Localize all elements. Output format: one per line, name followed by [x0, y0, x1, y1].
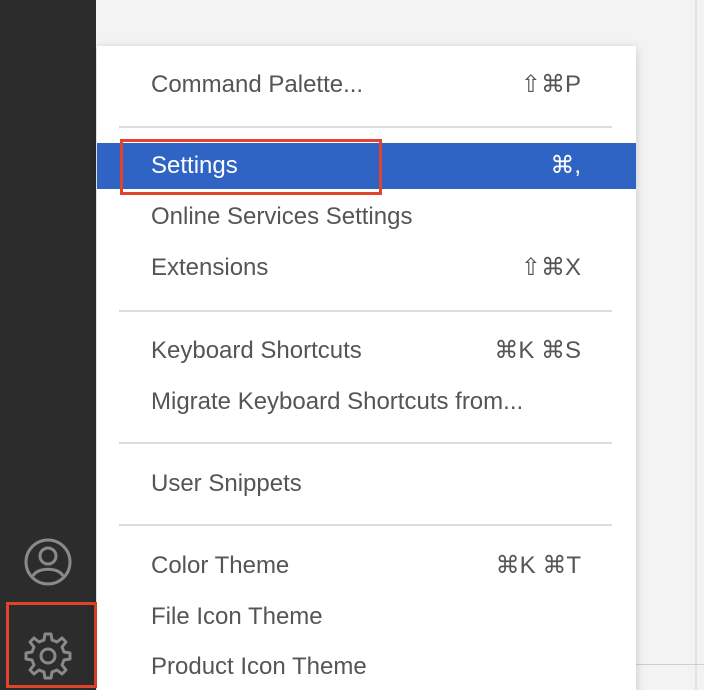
menu-item-shortcut: ⌘,	[550, 152, 581, 179]
gear-icon[interactable]	[20, 628, 76, 684]
menu-item-online-services-settings[interactable]: Online Services Settings	[97, 194, 636, 240]
menu-item-label: Command Palette...	[151, 71, 364, 98]
manage-menu: Command Palette... ⇧⌘P Settings ⌘, Onlin…	[97, 46, 636, 690]
menu-item-keyboard-shortcuts[interactable]: Keyboard Shortcuts ⌘K ⌘S	[97, 328, 636, 374]
menu-item-shortcut: ⌘K ⌘S	[494, 337, 581, 364]
menu-item-extensions[interactable]: Extensions ⇧⌘X	[97, 245, 636, 291]
menu-item-shortcut: ⇧⌘X	[520, 254, 581, 281]
menu-separator	[119, 126, 612, 128]
menu-item-migrate-keyboard-shortcuts[interactable]: Migrate Keyboard Shortcuts from...	[97, 379, 636, 425]
menu-item-shortcut: ⌘K ⌘T	[495, 552, 581, 579]
menu-item-command-palette[interactable]: Command Palette... ⇧⌘P	[97, 62, 636, 108]
menu-separator	[119, 310, 612, 312]
account-icon[interactable]	[20, 534, 76, 590]
menu-item-label: Color Theme	[151, 552, 290, 579]
menu-item-label: Extensions	[151, 254, 269, 281]
menu-item-label: Migrate Keyboard Shortcuts from...	[151, 388, 524, 415]
menu-separator	[119, 442, 612, 444]
menu-item-label: Settings	[151, 152, 238, 179]
panel-border	[636, 664, 704, 665]
menu-item-file-icon-theme[interactable]: File Icon Theme	[97, 594, 636, 640]
menu-item-label: Keyboard Shortcuts	[151, 337, 362, 364]
menu-separator	[119, 524, 612, 526]
app-window: Command Palette... ⇧⌘P Settings ⌘, Onlin…	[0, 0, 704, 690]
menu-item-label: Product Icon Theme	[151, 653, 367, 680]
editor-divider	[695, 0, 697, 690]
menu-item-settings[interactable]: Settings ⌘,	[97, 143, 636, 189]
menu-item-label: File Icon Theme	[151, 603, 323, 630]
menu-item-color-theme[interactable]: Color Theme ⌘K ⌘T	[97, 543, 636, 589]
menu-item-label: User Snippets	[151, 470, 302, 497]
menu-item-shortcut: ⇧⌘P	[520, 71, 581, 98]
menu-item-label: Online Services Settings	[151, 203, 413, 230]
menu-item-user-snippets[interactable]: User Snippets	[97, 461, 636, 507]
activity-bar	[0, 0, 96, 690]
menu-item-product-icon-theme[interactable]: Product Icon Theme	[97, 644, 636, 690]
